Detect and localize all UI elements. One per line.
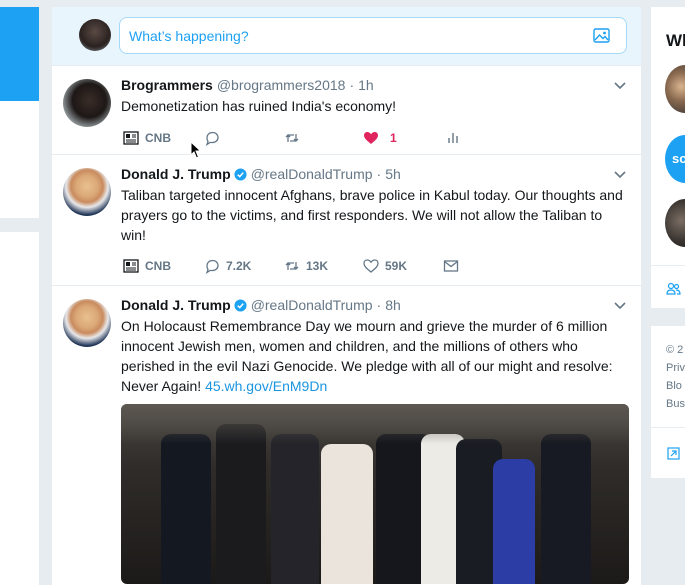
chevron-down-icon[interactable] — [614, 171, 626, 179]
footer-card: © 2 Priv Blo Bus — [651, 326, 685, 478]
profile-card — [0, 101, 39, 218]
user-handle[interactable]: @realDonaldTrump — [251, 166, 373, 182]
verified-badge-icon — [234, 167, 247, 181]
trends-card — [0, 232, 39, 585]
external-link-icon[interactable] — [667, 447, 680, 460]
chevron-down-icon[interactable] — [614, 302, 626, 310]
tweet-time[interactable]: 5h — [385, 166, 401, 182]
tweet[interactable]: Donald J. Trump @realDonaldTrump · 5h Ta… — [52, 155, 641, 286]
analytics-button[interactable] — [445, 128, 461, 148]
who-to-follow-heading: Wh — [666, 31, 685, 50]
tweet-text: Demonetization has ruined India's econom… — [121, 98, 397, 114]
tweet-header: Donald J. Trump @realDonaldTrump · 5h — [121, 166, 401, 182]
photo-figure — [493, 459, 535, 584]
mouse-cursor-icon — [190, 141, 202, 159]
card-label: CNB — [145, 131, 171, 145]
verified-badge-icon — [234, 298, 247, 312]
separator-dot: · — [349, 77, 355, 93]
like-button[interactable]: 59K — [363, 256, 407, 276]
compose-input[interactable]: What’s happening? — [119, 17, 627, 54]
retweet-button[interactable]: 13K — [284, 256, 328, 276]
avatar[interactable] — [665, 199, 685, 247]
divider — [651, 265, 685, 266]
tweet-text: Taliban targeted innocent Afghans, brave… — [121, 187, 623, 243]
chevron-down-icon[interactable] — [614, 82, 626, 90]
reply-button[interactable]: 7.2K — [204, 256, 251, 276]
tweet-header: Brogrammers @brogrammers2018 · 1h — [121, 77, 374, 93]
retweet-icon — [285, 262, 299, 270]
reply-button[interactable] — [204, 128, 220, 148]
people-icon[interactable] — [666, 282, 681, 295]
tweet-photo[interactable] — [121, 404, 629, 584]
tweet-time[interactable]: 8h — [385, 297, 401, 313]
avatar[interactable] — [63, 79, 111, 127]
avatar[interactable] — [665, 65, 685, 113]
footer-link-privacy[interactable]: Priv — [666, 362, 685, 374]
footer-link-blog[interactable]: Blo — [666, 380, 682, 392]
direct-message-button[interactable] — [443, 256, 459, 276]
tweet-link[interactable]: 45.wh.gov/EnM9Dn — [205, 378, 327, 394]
card-button[interactable]: CNB — [123, 128, 171, 148]
retweet-icon — [285, 134, 299, 142]
footer-copyright: © 2 — [666, 344, 684, 356]
photo-wall — [121, 404, 629, 444]
tweet-time[interactable]: 1h — [358, 77, 374, 93]
tweet-header: Donald J. Trump @realDonaldTrump · 8h — [121, 297, 401, 313]
avatar[interactable] — [63, 168, 111, 216]
tweet-body: On Holocaust Remembrance Day we mourn an… — [121, 318, 613, 394]
photo-figure — [216, 424, 266, 584]
timeline: What’s happening? Brogrammers @brogramme… — [52, 7, 641, 585]
newspaper-icon — [123, 131, 139, 145]
avatar[interactable] — [63, 299, 111, 347]
user-name[interactable]: Donald J. Trump — [121, 166, 231, 182]
profile-card-banner — [0, 7, 39, 101]
heart-icon — [364, 132, 378, 144]
who-to-follow-card: Wh sc — [651, 7, 685, 308]
tweet[interactable]: Donald J. Trump @realDonaldTrump · 8h On… — [52, 286, 641, 585]
tweet-text: On Holocaust Remembrance Day we mourn an… — [121, 316, 623, 396]
reply-count: 7.2K — [226, 259, 252, 273]
user-name[interactable]: Brogrammers — [121, 77, 213, 93]
retweet-count: 13K — [306, 259, 329, 273]
reply-icon — [205, 131, 219, 146]
like-count: 1 — [390, 131, 397, 145]
avatar[interactable] — [79, 19, 111, 51]
photo-figure — [321, 444, 373, 584]
footer-link-business[interactable]: Bus — [666, 398, 685, 410]
newspaper-icon — [123, 259, 139, 273]
avatar-initials: sc — [672, 151, 685, 166]
tweet-composer: What’s happening? — [52, 7, 641, 66]
like-count: 59K — [385, 259, 408, 273]
photo-figure — [271, 434, 319, 584]
reply-icon — [205, 259, 219, 274]
card-button[interactable]: CNB — [123, 256, 171, 276]
envelope-icon — [443, 260, 459, 272]
user-handle[interactable]: @realDonaldTrump — [251, 297, 373, 313]
tweet[interactable]: Brogrammers @brogrammers2018 · 1h Demone… — [52, 66, 641, 155]
photo-figure — [541, 434, 591, 584]
retweet-button[interactable] — [284, 128, 300, 148]
separator-dot: · — [376, 297, 382, 313]
like-button[interactable]: 1 — [363, 128, 397, 148]
divider — [651, 427, 685, 428]
user-handle[interactable]: @brogrammers2018 — [217, 77, 346, 93]
image-icon[interactable] — [593, 28, 610, 43]
heart-icon — [363, 259, 379, 273]
bar-chart-icon — [448, 133, 458, 143]
compose-placeholder: What’s happening? — [129, 28, 249, 44]
separator-dot: · — [376, 166, 382, 182]
user-name[interactable]: Donald J. Trump — [121, 297, 231, 313]
card-label: CNB — [145, 259, 171, 273]
avatar[interactable]: sc — [665, 135, 685, 183]
photo-figure — [161, 434, 211, 584]
